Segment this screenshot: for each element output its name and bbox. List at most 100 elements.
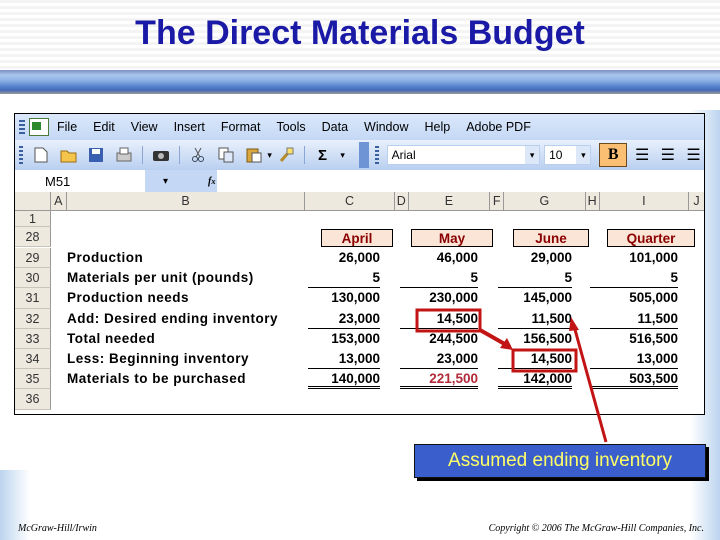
value-cell[interactable]: 505,000 xyxy=(590,288,678,308)
value-cell[interactable]: 26,000 xyxy=(308,248,380,268)
row-header[interactable]: 33 xyxy=(15,328,51,349)
column-header-a[interactable]: A xyxy=(51,192,67,210)
value-cell[interactable]: 130,000 xyxy=(308,288,380,308)
row-header[interactable]: 28 xyxy=(15,227,51,248)
value-cell[interactable]: 5 xyxy=(590,268,678,289)
column-header-h[interactable]: H xyxy=(586,192,600,210)
open-icon[interactable] xyxy=(60,147,78,163)
toolbar-overflow-icon[interactable] xyxy=(358,142,369,168)
align-left-icon[interactable]: ☰ xyxy=(635,145,653,165)
value-cell[interactable]: 13,000 xyxy=(308,349,380,370)
menu-tools[interactable]: Tools xyxy=(276,120,305,134)
align-right-icon[interactable]: ☰ xyxy=(686,145,704,165)
name-box[interactable]: M51 xyxy=(15,171,145,191)
value-cell[interactable]: 11,500 xyxy=(498,309,572,329)
fx-icon[interactable]: fx xyxy=(208,176,216,187)
row-header[interactable]: 32 xyxy=(15,308,51,329)
value-cell[interactable]: 13,000 xyxy=(590,349,678,370)
column-header-g[interactable]: G xyxy=(504,192,586,210)
chevron-down-icon[interactable]: ▾ xyxy=(576,146,591,164)
row-header[interactable]: 34 xyxy=(15,349,51,370)
row-label[interactable]: Materials to be purchased xyxy=(67,369,307,389)
value-cell[interactable]: 503,500 xyxy=(590,369,678,390)
save-icon[interactable] xyxy=(88,147,106,163)
value-cell[interactable]: 5 xyxy=(400,268,478,289)
column-header-b[interactable]: B xyxy=(67,192,306,210)
column-header-i[interactable]: I xyxy=(600,192,690,210)
value-cell[interactable]: 221,500 xyxy=(400,369,478,390)
toolbar-grip[interactable] xyxy=(19,120,25,134)
row-label[interactable]: Production xyxy=(67,248,307,268)
font-name-select[interactable]: Arial ▾ xyxy=(386,145,541,165)
header-quarter[interactable]: Quarter xyxy=(607,229,695,248)
value-cell[interactable]: 101,000 xyxy=(590,248,678,268)
cut-icon[interactable] xyxy=(189,147,207,163)
menu-data[interactable]: Data xyxy=(322,120,348,134)
excel-icon[interactable] xyxy=(29,118,49,136)
bold-button[interactable]: B xyxy=(599,143,627,167)
align-center-icon[interactable]: ☰ xyxy=(661,145,679,165)
value-cell[interactable]: 5 xyxy=(498,268,572,289)
row-header[interactable]: 35 xyxy=(15,369,51,390)
copy-icon[interactable] xyxy=(217,147,235,163)
autosum-icon[interactable]: Σ xyxy=(314,147,332,164)
value-cell[interactable]: 14,500 xyxy=(498,349,572,370)
row-label[interactable] xyxy=(67,389,307,409)
print-icon[interactable] xyxy=(115,147,133,163)
value-cell[interactable]: 46,000 xyxy=(400,248,478,268)
toolbar-grip[interactable] xyxy=(374,146,379,164)
value-cell[interactable]: 142,000 xyxy=(498,369,572,390)
row-label[interactable]: Add: Desired ending inventory xyxy=(67,309,307,329)
camera-icon[interactable] xyxy=(152,147,170,163)
value-cell[interactable]: 5 xyxy=(308,268,380,289)
menu-help[interactable]: Help xyxy=(425,120,451,134)
header-april[interactable]: April xyxy=(321,229,393,248)
value-cell[interactable]: 244,500 xyxy=(400,329,478,349)
paste-dropdown-icon[interactable]: ▾ xyxy=(267,150,272,161)
value-cell[interactable]: 23,000 xyxy=(400,349,478,370)
new-icon[interactable] xyxy=(32,147,50,163)
autosum-dropdown-icon[interactable]: ▾ xyxy=(340,150,345,161)
value-cell[interactable]: 29,000 xyxy=(498,248,572,268)
value-cell[interactable]: 11,500 xyxy=(590,309,678,329)
value-cell[interactable]: 153,000 xyxy=(308,329,380,349)
menu-file[interactable]: File xyxy=(57,120,77,134)
chevron-down-icon[interactable]: ▾ xyxy=(163,176,168,187)
value-cell[interactable]: 23,000 xyxy=(308,309,380,329)
chevron-down-icon[interactable]: ▾ xyxy=(525,146,540,164)
value-cell[interactable] xyxy=(400,389,478,409)
format-painter-icon[interactable] xyxy=(277,147,295,163)
row-header[interactable]: 30 xyxy=(15,268,51,289)
row-header[interactable]: 29 xyxy=(15,248,51,269)
row-label[interactable]: Production needs xyxy=(67,288,307,308)
menu-insert[interactable]: Insert xyxy=(174,120,205,134)
menu-view[interactable]: View xyxy=(131,120,158,134)
value-cell[interactable]: 145,000 xyxy=(498,288,572,308)
menu-window[interactable]: Window xyxy=(364,120,408,134)
menu-format[interactable]: Format xyxy=(221,120,261,134)
value-cell[interactable] xyxy=(590,389,678,409)
value-cell[interactable]: 156,500 xyxy=(498,329,572,349)
formula-input[interactable] xyxy=(217,170,704,192)
font-size-select[interactable]: 10 ▾ xyxy=(544,145,592,165)
header-june[interactable]: June xyxy=(513,229,589,248)
column-header-c[interactable]: C xyxy=(305,192,395,210)
name-box-dropdown[interactable]: ▾ fx xyxy=(145,170,217,192)
header-may[interactable]: May xyxy=(411,229,493,248)
value-cell[interactable]: 140,000 xyxy=(308,369,380,390)
value-cell[interactable]: 516,500 xyxy=(590,329,678,349)
column-header-f[interactable]: F xyxy=(490,192,505,210)
row-header[interactable]: 36 xyxy=(15,389,51,410)
row-label[interactable]: Less: Beginning inventory xyxy=(67,349,307,369)
menu-edit[interactable]: Edit xyxy=(93,120,115,134)
row-label[interactable]: Materials per unit (pounds) xyxy=(67,268,307,288)
column-header-j[interactable]: J xyxy=(689,192,704,210)
row-label[interactable]: Total needed xyxy=(67,329,307,349)
toolbar-grip[interactable] xyxy=(19,146,23,164)
column-header-e[interactable]: E xyxy=(409,192,491,210)
value-cell[interactable] xyxy=(498,389,572,409)
row-header[interactable]: 31 xyxy=(15,288,51,309)
value-cell[interactable]: 230,000 xyxy=(400,288,478,308)
value-cell[interactable] xyxy=(308,389,380,409)
row-header[interactable]: 1 xyxy=(15,211,51,227)
